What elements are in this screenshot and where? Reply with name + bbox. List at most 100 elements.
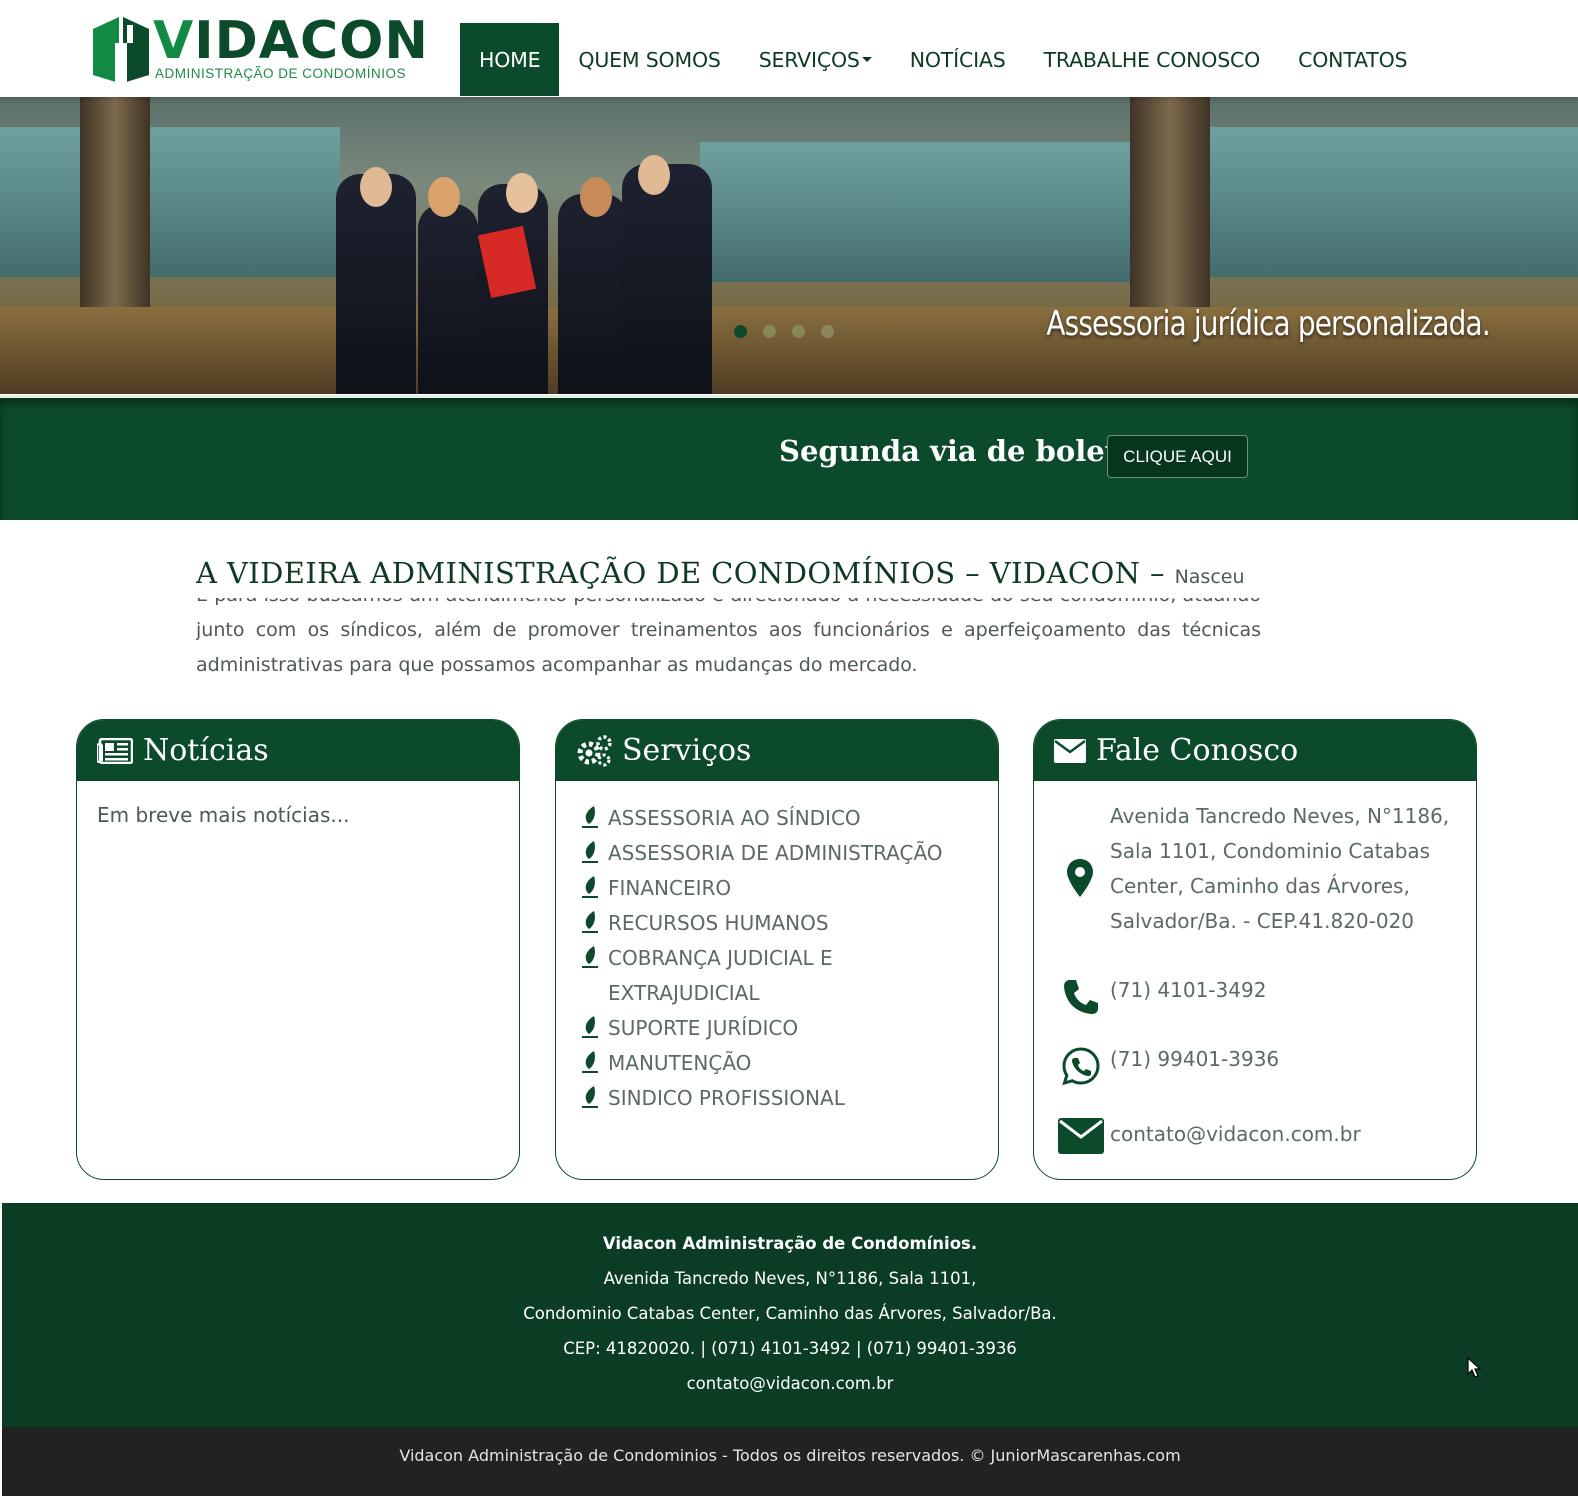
about-section: A VIDEIRA ADMINISTRAÇÃO DE CONDOMÍNIOS –… xyxy=(196,556,1261,689)
contact-card-title: Fale Conosco xyxy=(1096,733,1299,768)
nav-quem-somos-label: QUEM SOMOS xyxy=(578,47,721,72)
news-card-body: Em breve mais notícias... xyxy=(97,803,350,827)
hero-window-center xyxy=(700,142,1140,282)
about-lead: Nasceu xyxy=(1174,566,1245,588)
leaf-icon xyxy=(582,806,598,828)
service-item-label: MANUTENÇÃO xyxy=(608,1051,752,1075)
hero-person xyxy=(336,174,416,394)
nav-home[interactable]: HOME xyxy=(460,23,560,96)
nav-servicos-label: SERVIÇOS xyxy=(758,47,860,72)
nav-home-label: HOME xyxy=(479,47,541,72)
boleto-banner: Segunda via de boleto CLIQUE AQUI xyxy=(0,395,1578,520)
slider-dot[interactable] xyxy=(763,325,776,338)
nav-noticias-label: NOTÍCIAS xyxy=(909,47,1006,72)
nav-contatos-label: CONTATOS xyxy=(1298,47,1408,72)
copyright-bar: Vidacon Administração de Condominios - T… xyxy=(2,1427,1578,1496)
envelope-icon xyxy=(1054,738,1086,763)
leaf-icon xyxy=(582,841,598,863)
contact-email[interactable]: contato@vidacon.com.br xyxy=(1110,1117,1361,1152)
email-icon xyxy=(1058,1118,1104,1154)
nav-trabalhe-conosco-label: TRABALHE CONOSCO xyxy=(1043,47,1261,72)
slider-dot[interactable] xyxy=(734,325,747,338)
footer-email[interactable]: contato@vidacon.com.br xyxy=(2,1366,1578,1401)
contact-address: Avenida Tancredo Neves, N°1186, Sala 110… xyxy=(1110,804,1450,933)
hero-person-head xyxy=(638,155,670,195)
footer-company: Vidacon Administração de Condomínios. xyxy=(602,1234,978,1253)
slider-dots xyxy=(734,325,834,338)
boleto-button[interactable]: CLIQUE AQUI xyxy=(1107,435,1248,478)
nav-noticias[interactable]: NOTÍCIAS xyxy=(891,23,1025,96)
service-item-label: FINANCEIRO xyxy=(608,876,732,900)
news-card: Notícias Em breve mais notícias... xyxy=(76,719,520,1180)
services-card-header: Serviços xyxy=(556,720,998,781)
newspaper-icon xyxy=(97,737,133,764)
site-header: VIDACON ADMINISTRAÇÃO DE CONDOMÍNIOS HOM… xyxy=(0,0,1578,97)
about-text-container: E para isso buscamos um atendimento pers… xyxy=(196,598,1261,689)
phone-icon xyxy=(1064,980,1098,1014)
nav-trabalhe-conosco[interactable]: TRABALHE CONOSCO xyxy=(1025,23,1280,96)
hero-person-head xyxy=(428,177,460,217)
hero-caption: Assessoria jurídica personalizada. xyxy=(1046,304,1490,344)
service-item-label: COBRANÇA JUDICIAL E EXTRAJUDICIAL xyxy=(608,946,833,1005)
hero-window-right xyxy=(1210,127,1578,277)
nav-quem-somos[interactable]: QUEM SOMOS xyxy=(559,23,739,96)
site-footer: Vidacon Administração de Condomínios. Av… xyxy=(2,1203,1578,1427)
services-list: ASSESSORIA AO SÍNDICO ASSESSORIA DE ADMI… xyxy=(556,781,998,1138)
leaf-icon xyxy=(582,1016,598,1038)
hero-person xyxy=(558,194,628,394)
contact-card-header: Fale Conosco xyxy=(1034,720,1476,781)
about-title-text: A VIDEIRA ADMINISTRAÇÃO DE CONDOMÍNIOS –… xyxy=(196,556,1165,590)
footer-info: Vidacon Administração de Condomínios. Av… xyxy=(2,1226,1578,1401)
leaf-icon xyxy=(582,1086,598,1108)
contact-card: Fale Conosco Avenida Tancredo Neves, N°1… xyxy=(1033,719,1477,1180)
service-item[interactable]: MANUTENÇÃO xyxy=(580,1046,978,1081)
news-card-header: Notícias xyxy=(77,720,519,781)
services-card: Serviços ASSESSORIA AO SÍNDICO ASSESSORI… xyxy=(555,719,999,1180)
service-item-label: ASSESSORIA AO SÍNDICO xyxy=(608,806,861,830)
gears-icon xyxy=(577,734,612,766)
service-item-label: ASSESSORIA DE ADMINISTRAÇÃO xyxy=(608,841,943,865)
contact-phone[interactable]: (71) 4101-3492 xyxy=(1110,973,1266,1008)
leaf-icon xyxy=(582,946,598,968)
contact-whatsapp[interactable]: (71) 99401-3936 xyxy=(1110,1042,1279,1077)
slider-dot[interactable] xyxy=(792,325,805,338)
caret-down-icon xyxy=(861,57,872,62)
logo-mark-icon xyxy=(93,17,149,83)
service-item[interactable]: FINANCEIRO xyxy=(580,871,978,906)
service-item-label: RECURSOS HUMANOS xyxy=(608,911,829,935)
logo-wordmark: VIDACON xyxy=(153,11,429,71)
about-text: E para isso buscamos um atendimento pers… xyxy=(196,598,1261,676)
map-marker-icon xyxy=(1067,859,1093,897)
logo-tagline: ADMINISTRAÇÃO DE CONDOMÍNIOS xyxy=(155,66,407,81)
news-card-title: Notícias xyxy=(143,733,269,768)
hero-slider[interactable]: Assessoria jurídica personalizada. xyxy=(0,97,1578,394)
service-item[interactable]: ASSESSORIA DE ADMINISTRAÇÃO xyxy=(580,836,978,871)
service-item[interactable]: SINDICO PROFISSIONAL xyxy=(580,1081,978,1116)
mouse-cursor-icon xyxy=(1467,1357,1481,1378)
service-item[interactable]: ASSESSORIA AO SÍNDICO xyxy=(580,801,978,836)
hero-window-left xyxy=(0,127,340,277)
vidacon-logo[interactable]: VIDACON ADMINISTRAÇÃO DE CONDOMÍNIOS xyxy=(93,11,428,85)
service-item[interactable]: COBRANÇA JUDICIAL E EXTRAJUDICIAL xyxy=(580,941,978,1011)
whatsapp-icon xyxy=(1062,1047,1100,1086)
service-item[interactable]: RECURSOS HUMANOS xyxy=(580,906,978,941)
about-title: A VIDEIRA ADMINISTRAÇÃO DE CONDOMÍNIOS –… xyxy=(196,556,1261,594)
nav-servicos[interactable]: SERVIÇOS xyxy=(740,23,891,96)
hero-person-head xyxy=(360,167,392,207)
hero-person-head xyxy=(580,177,612,217)
footer-address-line1: Avenida Tancredo Neves, N°1186, Sala 110… xyxy=(603,1269,977,1288)
service-item-label: SUPORTE JURÍDICO xyxy=(608,1016,799,1040)
slider-dot[interactable] xyxy=(821,325,834,338)
footer-address-line2: Condominio Catabas Center, Caminho das Á… xyxy=(523,1304,1057,1323)
footer-contact-line: CEP: 41820020. | (071) 4101-3492 | (071)… xyxy=(563,1339,1017,1358)
leaf-icon xyxy=(582,1051,598,1073)
hero-person xyxy=(622,164,712,394)
nav-contatos[interactable]: CONTATOS xyxy=(1279,23,1426,96)
services-card-title: Serviços xyxy=(622,733,752,768)
service-item-label: SINDICO PROFISSIONAL xyxy=(608,1086,845,1110)
service-item[interactable]: SUPORTE JURÍDICO xyxy=(580,1011,978,1046)
leaf-icon xyxy=(582,911,598,933)
hero-person xyxy=(418,204,478,394)
main-nav: HOME QUEM SOMOS SERVIÇOS NOTÍCIAS TRABAL… xyxy=(460,23,1426,96)
boleto-text: Segunda via de boleto xyxy=(779,434,1138,468)
